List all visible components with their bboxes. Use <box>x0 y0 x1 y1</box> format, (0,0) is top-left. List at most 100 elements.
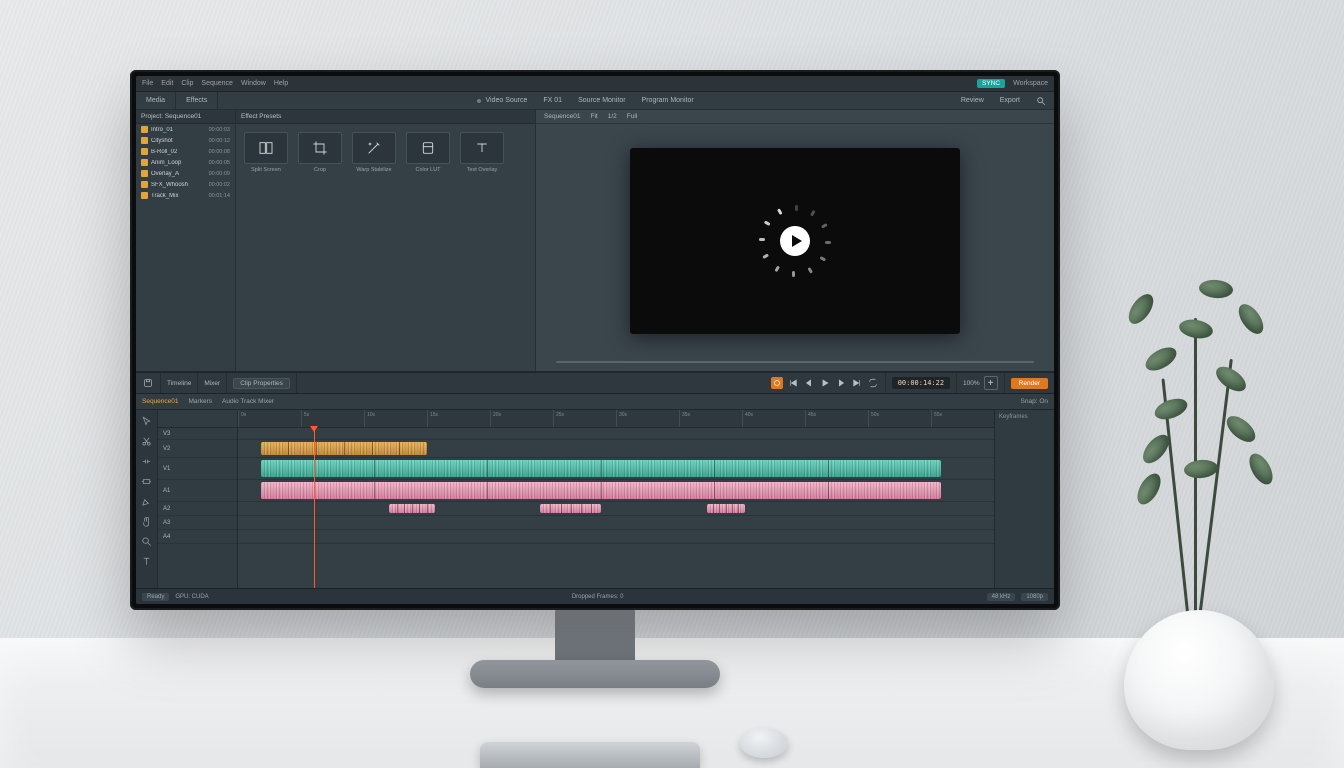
file-duration: 00:00:12 <box>209 138 230 144</box>
scrub-bar[interactable] <box>536 357 1054 371</box>
effect-preset[interactable]: Color LUT <box>406 132 450 173</box>
monitor-tab[interactable]: FX 01 <box>535 97 570 104</box>
zoom-in-icon[interactable]: + <box>984 376 998 390</box>
track-header[interactable]: A2 <box>158 502 237 516</box>
file-icon <box>141 192 148 199</box>
effect-preset[interactable]: Split Screen <box>244 132 288 173</box>
playhead[interactable] <box>314 428 315 588</box>
timeline-lane[interactable] <box>238 440 994 458</box>
track-header[interactable]: A3 <box>158 516 237 530</box>
markers-tab[interactable]: Markers <box>189 398 212 405</box>
step-forward-icon[interactable] <box>835 377 847 389</box>
timeline-lane[interactable] <box>238 502 994 516</box>
timeline-right-gutter: Keyframes <box>994 410 1054 588</box>
workspace-menu[interactable]: Workspace <box>1013 80 1048 87</box>
ruler-tick: 25s <box>553 410 554 427</box>
save-icon[interactable] <box>142 377 154 389</box>
timeline-lane[interactable] <box>238 516 994 530</box>
timeline-lanes[interactable]: 0s5s10s15s20s25s30s35s40s45s50s55s60s <box>238 410 994 588</box>
project-file-row[interactable]: Overlay_A00:00:09 <box>136 168 235 179</box>
clip-properties-tab[interactable]: Clip Properties <box>233 378 290 389</box>
sequence-name[interactable]: Sequence01 <box>544 113 581 120</box>
review-button[interactable]: Review <box>953 97 992 104</box>
pen-tool-icon[interactable] <box>140 494 154 508</box>
track-header[interactable]: V1 <box>158 458 237 480</box>
track-header[interactable]: V2 <box>158 440 237 458</box>
tab-media[interactable]: Media <box>136 92 176 109</box>
selection-tool-icon[interactable] <box>140 414 154 428</box>
menu-item[interactable]: Help <box>274 80 288 87</box>
play-pause-icon[interactable] <box>819 377 831 389</box>
zoom-tool-icon[interactable] <box>140 534 154 548</box>
tab-effects[interactable]: Effects <box>176 92 218 109</box>
monitor-tab[interactable]: Program Monitor <box>634 97 702 104</box>
menu-item[interactable]: File <box>142 80 153 87</box>
audio-mixer-tab[interactable]: Audio Track Mixer <box>222 398 274 405</box>
zoom-level[interactable]: 100% <box>963 380 980 387</box>
timeline-tool-rail <box>136 410 158 588</box>
timeline-lane[interactable] <box>238 428 994 440</box>
zoom-fit[interactable]: Fit <box>591 113 598 120</box>
video-clip[interactable] <box>261 460 941 477</box>
loading-spinner-tick <box>759 238 765 241</box>
program-monitor-viewer[interactable] <box>630 148 960 334</box>
ruler-tick: 45s <box>805 410 806 427</box>
text-tool-icon[interactable] <box>140 554 154 568</box>
hand-tool-icon[interactable] <box>140 514 154 528</box>
track-header[interactable]: A1 <box>158 480 237 502</box>
timeline-lane[interactable] <box>238 458 994 480</box>
track-header[interactable]: A4 <box>158 530 237 544</box>
effect-preset[interactable]: Crop <box>298 132 342 173</box>
time-ruler[interactable]: 0s5s10s15s20s25s30s35s40s45s50s55s60s <box>238 410 994 428</box>
project-file-row[interactable]: Cityshot00:00:12 <box>136 135 235 146</box>
timeline-panel: V3V2V1A1A2A3A4 0s5s10s15s20s25s30s35s40s… <box>136 410 1054 588</box>
file-icon <box>141 148 148 155</box>
audio-clip[interactable] <box>389 504 434 513</box>
menu-item[interactable]: Clip <box>181 80 193 87</box>
project-file-row[interactable]: SFX_Whoosh00:00:02 <box>136 179 235 190</box>
effect-label: Split Screen <box>251 167 281 173</box>
monitor-tab[interactable]: Source Monitor <box>570 97 633 104</box>
timeline-lane[interactable] <box>238 530 994 544</box>
play-icon[interactable] <box>780 226 810 256</box>
snap-toggle[interactable]: Snap: On <box>1021 398 1048 405</box>
video-clip[interactable] <box>261 442 427 455</box>
project-file-row[interactable]: Track_Mix00:01:14 <box>136 190 235 201</box>
file-name: Anim_Loop <box>151 160 206 166</box>
step-back-icon[interactable] <box>803 377 815 389</box>
loading-spinner-tick <box>821 223 828 229</box>
ripple-tool-icon[interactable] <box>140 454 154 468</box>
resolution-half[interactable]: 1/2 <box>608 113 617 120</box>
menu-item[interactable]: Sequence <box>201 80 233 87</box>
file-name: Cityshot <box>151 138 206 144</box>
go-to-end-icon[interactable] <box>851 377 863 389</box>
project-file-row[interactable]: Anim_Loop00:00:05 <box>136 157 235 168</box>
slip-tool-icon[interactable] <box>140 474 154 488</box>
render-button[interactable]: Render <box>1011 378 1048 389</box>
sequence-tab[interactable]: Sequence01 <box>142 398 179 405</box>
razor-tool-icon[interactable] <box>140 434 154 448</box>
record-icon[interactable] <box>771 377 783 389</box>
project-file-row[interactable]: Intro_0100:00:03 <box>136 124 235 135</box>
project-file-row[interactable]: B-Roll_0200:00:08 <box>136 146 235 157</box>
loop-icon[interactable] <box>867 377 879 389</box>
plant-pot <box>1124 610 1274 750</box>
audio-clip[interactable] <box>540 504 600 513</box>
status-dropped-frames: Dropped Frames: 0 <box>572 594 624 600</box>
track-header[interactable]: V3 <box>158 428 237 440</box>
search-icon[interactable] <box>1028 96 1054 106</box>
timeline-lane[interactable] <box>238 480 994 502</box>
timeline-tab[interactable]: Timeline <box>167 380 191 387</box>
monitor-tab[interactable]: Video Source <box>469 97 535 104</box>
export-button[interactable]: Export <box>992 97 1028 104</box>
audio-clip[interactable] <box>707 504 745 513</box>
menu-item[interactable]: Edit <box>161 80 173 87</box>
go-to-start-icon[interactable] <box>787 377 799 389</box>
timecode-display[interactable]: 00:00:14:22 <box>892 377 950 389</box>
effect-preset[interactable]: Warp Stabilize <box>352 132 396 173</box>
menu-item[interactable]: Window <box>241 80 266 87</box>
resolution-full[interactable]: Full <box>627 113 637 120</box>
effect-preset[interactable]: Text Overlay <box>460 132 504 173</box>
audio-clip[interactable] <box>261 482 941 499</box>
mixer-tab[interactable]: Mixer <box>204 380 220 387</box>
